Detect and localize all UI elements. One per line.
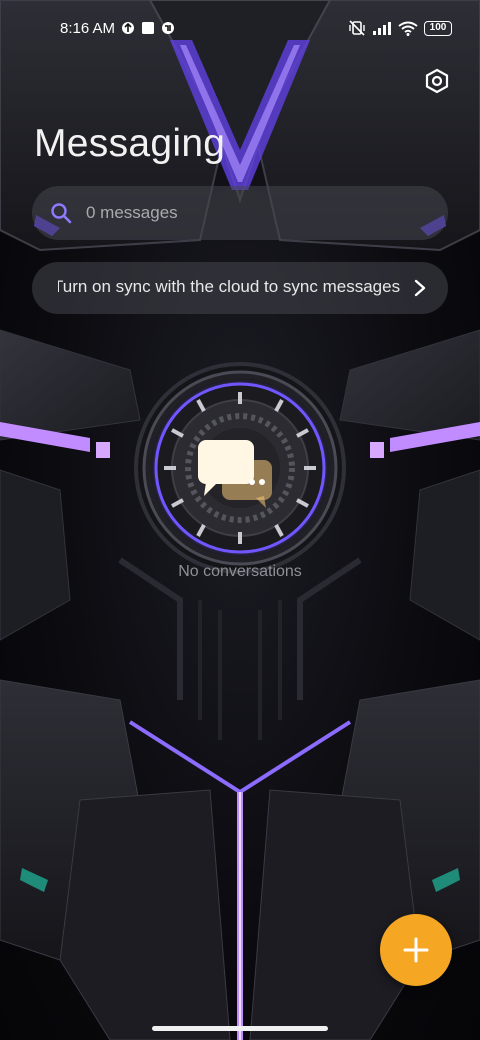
notification-square-icon [141, 21, 155, 35]
home-indicator[interactable] [152, 1026, 328, 1031]
status-time: 8:16 AM [60, 19, 116, 37]
sync-banner-text: Turn on sync with the cloud to sync mess… [58, 277, 401, 296]
page-title: Messaging [34, 122, 226, 165]
signal-icon [372, 21, 392, 35]
status-right: 100 [348, 20, 452, 36]
new-conversation-button[interactable] [380, 914, 452, 986]
wifi-icon [398, 21, 418, 36]
plus-icon [403, 937, 429, 963]
settings-button[interactable] [420, 64, 454, 98]
messaging-screen: 8:16 AM 100 Messaging 0 messages Turn on… [0, 0, 480, 1040]
chevron-right-icon [410, 278, 430, 298]
battery-indicator: 100 [424, 20, 452, 36]
vpn-icon [121, 21, 135, 35]
status-left: 8:16 AM [60, 20, 175, 37]
search-icon [51, 203, 72, 224]
search-input[interactable] [84, 202, 408, 224]
vibrate-off-icon [348, 20, 366, 36]
search-bar[interactable] [32, 186, 448, 240]
empty-state-text: No conversations [178, 563, 302, 580]
chat-bubbles-icon [198, 440, 272, 508]
sync-banner[interactable]: Turn on sync with the cloud to sync mess… [32, 262, 448, 314]
settings-hexagon-icon [425, 68, 449, 94]
app-notification-icon [161, 21, 175, 35]
status-bar: 8:16 AM 100 [0, 0, 480, 56]
